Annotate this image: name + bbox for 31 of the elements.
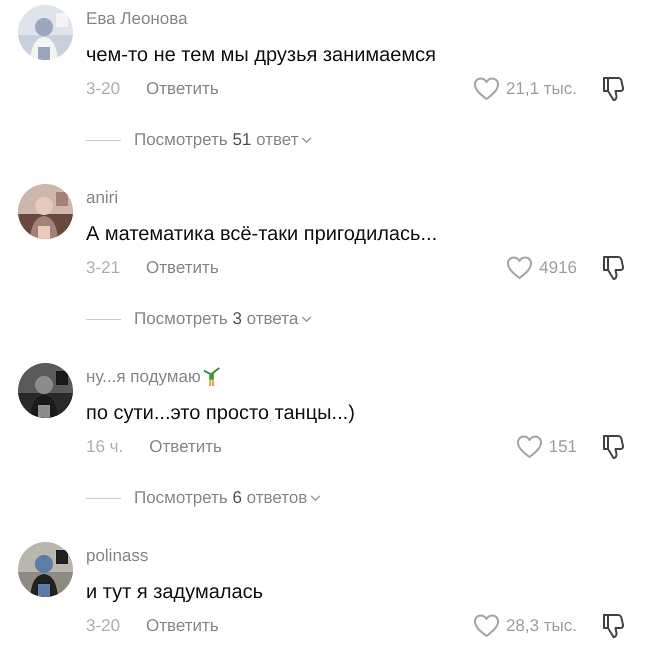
like-count: 28,3 тыс. <box>506 615 577 638</box>
view-replies-link[interactable]: Посмотреть 3 ответа <box>134 306 312 332</box>
like-count: 21,1 тыс. <box>506 78 577 100</box>
reply-button[interactable]: Ответить <box>146 76 219 102</box>
reply-button[interactable]: Ответить <box>146 613 219 639</box>
like-count: 4916 <box>539 257 577 280</box>
thumb-down-icon[interactable] <box>601 76 625 102</box>
comment-text: по сути...это просто танцы...) <box>86 401 356 426</box>
username[interactable]: Ева Леонова <box>86 8 188 30</box>
comment-date: 16 ч. <box>86 436 124 458</box>
reply-button[interactable]: Ответить <box>149 434 222 460</box>
comment-date: 3-21 <box>86 257 120 280</box>
comment-text: А математика всё-таки пригодилась... <box>86 222 438 247</box>
username[interactable]: aniri <box>86 187 118 209</box>
chevron-down-icon <box>310 494 322 502</box>
chevron-down-icon <box>301 316 312 322</box>
figure-icon <box>202 367 222 387</box>
thumb-down-icon[interactable] <box>601 255 625 281</box>
view-replies-link[interactable]: Посмотреть 51 ответ <box>134 127 312 153</box>
thumb-down-icon[interactable] <box>601 434 625 460</box>
comment-text: чем-то не тем мы друзья занимаемся <box>86 43 437 68</box>
reply-button[interactable]: Ответить <box>146 255 219 281</box>
comment-date: 3-20 <box>86 78 120 100</box>
username[interactable]: ну...я подумаю <box>86 366 201 388</box>
like-count: 151 <box>548 436 577 458</box>
comment-date: 3-20 <box>86 615 120 638</box>
view-replies-link[interactable]: Посмотреть 6 ответов <box>134 485 322 511</box>
username[interactable]: polinass <box>86 545 148 567</box>
thumb-down-icon[interactable] <box>601 613 625 639</box>
comment-text: и тут я задумалась <box>86 580 264 605</box>
chevron-down-icon <box>301 136 312 144</box>
